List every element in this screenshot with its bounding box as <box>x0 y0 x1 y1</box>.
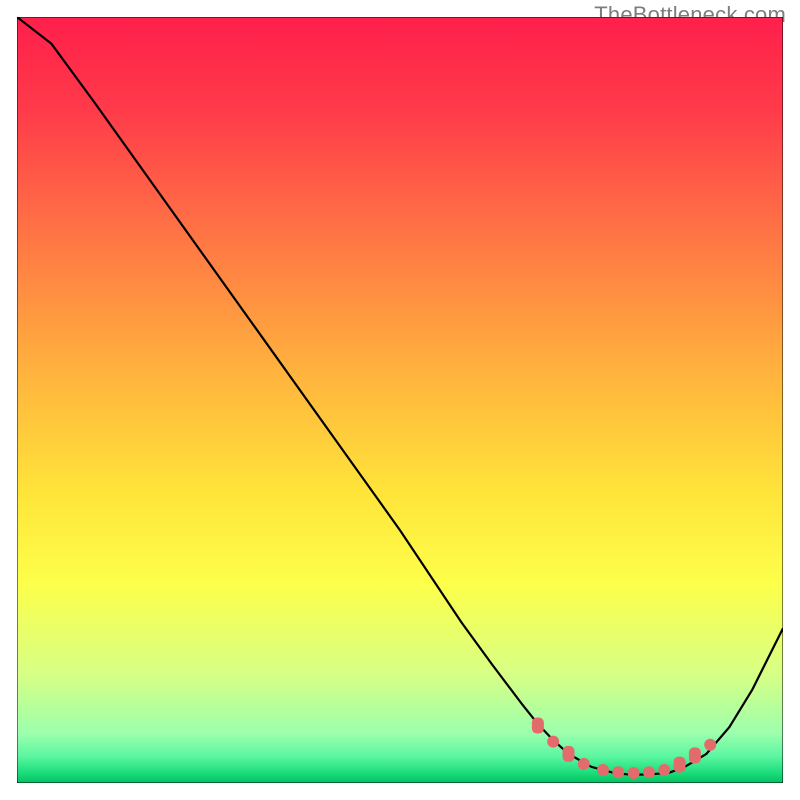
marker-dot <box>612 766 624 778</box>
marker-dot <box>578 758 590 770</box>
marker-pill <box>532 718 544 734</box>
background-gradient <box>17 17 783 783</box>
marker-dot <box>643 766 655 778</box>
marker-pill <box>674 757 686 773</box>
marker-pill <box>689 747 701 763</box>
marker-dot <box>704 739 716 751</box>
figure-frame: TheBottleneck.com <box>0 0 800 800</box>
marker-dot <box>547 736 559 748</box>
marker-pill <box>563 746 575 762</box>
marker-dot <box>597 764 609 776</box>
marker-dot <box>628 767 640 779</box>
marker-dot <box>658 764 670 776</box>
plot-area <box>17 17 783 783</box>
